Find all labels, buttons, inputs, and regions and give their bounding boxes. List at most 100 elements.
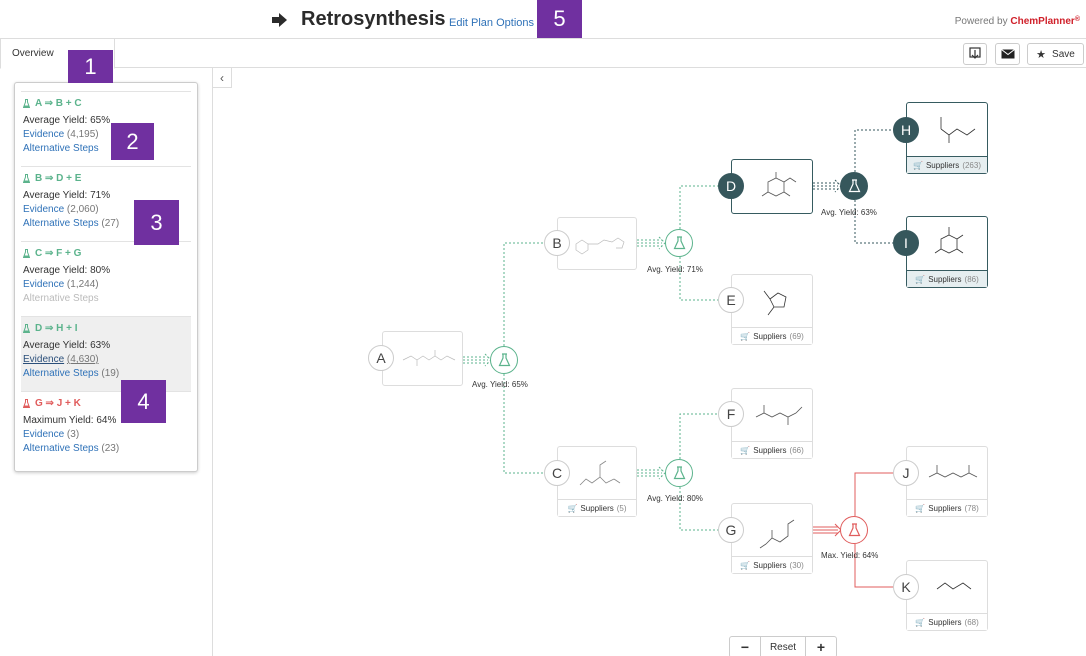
node-a[interactable]: A [368,345,394,371]
yield-label-d: Avg. Yield: 63% [821,208,877,217]
evidence-link[interactable]: Evidence [23,204,64,215]
page-title: Retrosynthesis [301,8,446,30]
step-title-text: B ⇒ D + E [35,172,82,184]
suppliers-count: (86) [964,274,979,284]
suppliers-label: Suppliers [925,160,960,170]
molecule-card-f[interactable]: 🛒 Suppliers (66) [731,388,813,459]
reaction-a[interactable] [490,346,518,374]
save-label: Save [1052,48,1075,60]
step-c[interactable]: C ⇒ F + G Average Yield: 80% Evidence (1… [21,241,191,316]
star-icon: ★ [1036,48,1047,61]
reaction-g[interactable] [840,516,868,544]
suppliers-button[interactable]: 🛒 Suppliers (68) [907,613,987,630]
flask-icon [23,398,30,408]
node-j[interactable]: J [893,460,919,486]
annotation-badge-1: 1 [68,50,113,83]
evidence-count: (4,630) [66,354,99,365]
node-k[interactable]: K [893,574,919,600]
molecule-card-k[interactable]: 🛒 Suppliers (68) [906,560,988,631]
molecule-structure-icon [763,290,787,316]
reaction-b[interactable] [665,229,693,257]
collapse-sidebar-button[interactable]: ‹ [212,68,232,88]
reset-zoom-button[interactable]: Reset [761,637,806,656]
alternative-steps-link[interactable]: Alternative Steps [23,443,99,454]
node-g[interactable]: G [718,517,744,543]
molecule-card-h[interactable]: 🛒 Suppliers (263) [906,102,988,174]
zoom-controls: − Reset + [729,636,837,656]
molecule-card-c[interactable]: 🛒 Suppliers (5) [557,446,637,517]
step-a[interactable]: A ⇒ B + C Average Yield: 65% Evidence (4… [21,91,191,166]
molecule-structure-icon [402,350,456,366]
cart-icon: 🛒 [915,503,926,513]
arrow-right-circle-icon [272,13,287,27]
steps-panel: A ⇒ B + C Average Yield: 65% Evidence (4… [14,82,198,472]
step-title-text: G ⇒ J + K [35,397,81,409]
suppliers-button[interactable]: 🛒 Suppliers (5) [558,499,636,516]
molecule-structure-icon [755,405,803,425]
suppliers-button[interactable]: 🛒 Suppliers (263) [907,156,987,173]
save-button[interactable]: ★ Save [1027,43,1084,65]
node-i[interactable]: I [893,230,919,256]
node-c[interactable]: C [544,460,570,486]
alternative-steps-link: Alternative Steps [23,293,99,304]
alternative-steps-link[interactable]: Alternative Steps [23,143,99,154]
molecule-card-e[interactable]: 🛒 Suppliers (69) [731,274,813,345]
suppliers-count: (263) [962,160,981,170]
evidence-link[interactable]: Evidence [23,429,64,440]
step-title: A ⇒ B + C [23,96,191,110]
molecule-structure-icon [940,117,976,143]
yield-label-a: Avg. Yield: 65% [472,380,528,389]
edit-plan-options-link[interactable]: Edit Plan Options [449,17,534,29]
evidence-count: (2,060) [66,204,99,215]
download-button[interactable] [963,43,987,65]
yield-label-g: Max. Yield: 64% [821,551,879,560]
suppliers-label: Suppliers [928,503,962,513]
molecule-card-g[interactable]: 🛒 Suppliers (30) [731,503,813,574]
zoom-in-button[interactable]: + [806,637,836,656]
molecule-structure-icon [761,172,797,197]
step-title-text: D ⇒ H + I [35,322,78,334]
suppliers-label: Suppliers [928,274,962,284]
reaction-c[interactable] [665,459,693,487]
registered-mark: ® [1074,16,1080,23]
flask-icon [23,248,30,258]
evidence-link[interactable]: Evidence [23,354,64,365]
alternative-steps-link[interactable]: Alternative Steps [23,218,99,229]
node-d[interactable]: D [718,173,744,199]
node-h[interactable]: H [893,117,919,143]
evidence-link[interactable]: Evidence [23,279,64,290]
suppliers-label: Suppliers [753,445,787,455]
node-e[interactable]: E [718,287,744,313]
powered-prefix: Powered by [954,16,1011,27]
node-f[interactable]: F [718,401,744,427]
suppliers-button[interactable]: 🛒 Suppliers (30) [732,556,812,573]
molecule-card-i[interactable]: 🛒 Suppliers (86) [906,216,988,288]
suppliers-label: Suppliers [928,617,962,627]
evidence-link[interactable]: Evidence [23,129,64,140]
node-b[interactable]: B [544,230,570,256]
step-title: B ⇒ D + E [23,171,191,185]
cart-icon: 🛒 [740,560,751,570]
annotation-badge-2: 2 [111,123,154,160]
flask-icon [673,236,685,250]
suppliers-button[interactable]: 🛒 Suppliers (69) [732,327,812,344]
suppliers-button[interactable]: 🛒 Suppliers (86) [907,270,987,287]
suppliers-button[interactable]: 🛒 Suppliers (66) [732,441,812,458]
cart-icon: 🛒 [567,503,578,513]
email-button[interactable] [995,43,1020,65]
cart-icon: 🛒 [915,617,926,627]
flask-icon [498,353,510,367]
tab-bar: Overview ★ Save [0,38,1086,69]
molecule-card-j[interactable]: 🛒 Suppliers (78) [906,446,988,517]
suppliers-count: (78) [964,503,979,513]
step-title: C ⇒ F + G [23,246,191,260]
alternative-steps-link[interactable]: Alternative Steps [23,368,99,379]
step-title: D ⇒ H + I [23,321,191,335]
step-title-text: C ⇒ F + G [35,247,82,259]
annotation-badge-3: 3 [134,200,179,245]
reaction-d[interactable] [840,172,868,200]
suppliers-button[interactable]: 🛒 Suppliers (78) [907,499,987,516]
molecule-card-a[interactable] [382,331,463,386]
zoom-out-button[interactable]: − [730,637,761,656]
yield-label-c: Avg. Yield: 80% [647,494,703,503]
